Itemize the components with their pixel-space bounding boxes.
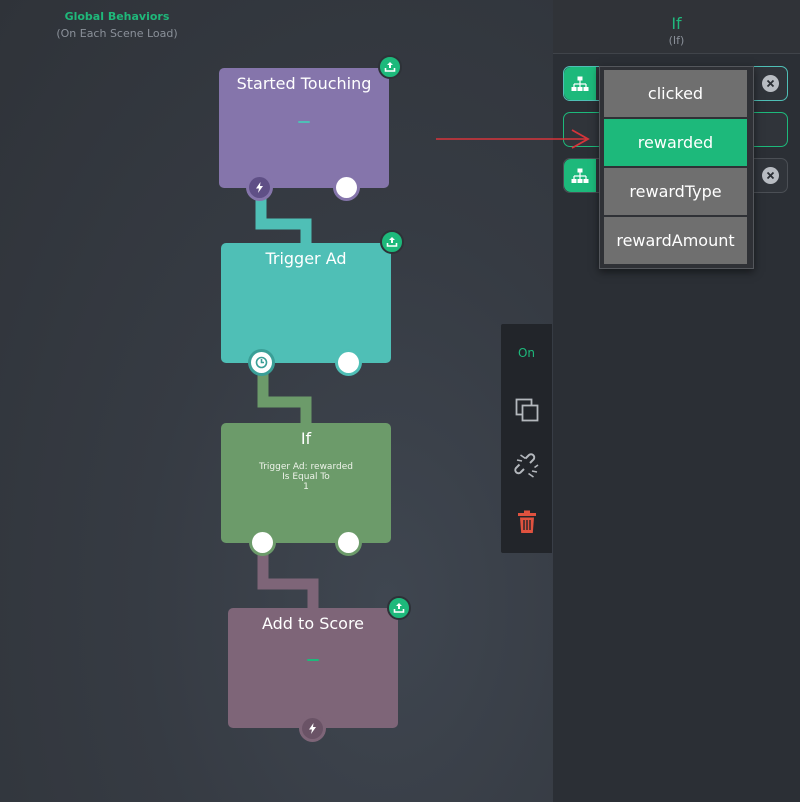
hierarchy-icon[interactable] <box>564 159 596 192</box>
trash-icon[interactable] <box>501 510 552 534</box>
node-title: If <box>300 429 312 448</box>
clock-port-icon[interactable] <box>251 352 272 373</box>
panel-header: If (If) <box>553 0 800 54</box>
dropdown-option-rewarded[interactable]: rewarded <box>604 119 747 166</box>
node-trigger-ad[interactable]: Trigger Ad <box>221 243 391 363</box>
dropdown-option-clicked[interactable]: clicked <box>604 70 747 117</box>
panel-title: If <box>671 14 682 33</box>
node-condition-line: 1 <box>303 482 309 492</box>
node-toolbar: On <box>501 324 552 553</box>
node-condition-line: Is Equal To <box>282 472 330 482</box>
copy-icon[interactable] <box>501 397 552 423</box>
trigger-port-icon[interactable] <box>302 718 323 739</box>
node-if[interactable]: If Trigger Ad: rewarded Is Equal To 1 <box>221 423 391 543</box>
clear-icon[interactable] <box>762 75 779 92</box>
true-output-port[interactable] <box>252 532 273 553</box>
node-summary-dash <box>298 121 310 123</box>
node-title: Add to Score <box>261 614 365 633</box>
attribute-dropdown: clicked rewarded rewardType rewardAmount <box>599 66 754 269</box>
node-started-touching[interactable]: Started Touching <box>219 68 389 188</box>
output-port[interactable] <box>338 352 359 373</box>
clear-icon[interactable] <box>762 167 779 184</box>
node-title: Started Touching <box>236 74 372 93</box>
hierarchy-icon[interactable] <box>564 67 596 100</box>
unlink-icon[interactable] <box>501 453 552 479</box>
dropdown-option-rewardamount[interactable]: rewardAmount <box>604 217 747 264</box>
on-toggle[interactable]: On <box>501 346 552 360</box>
node-add-to-score[interactable]: Add to Score <box>228 608 398 728</box>
export-icon[interactable] <box>378 55 402 79</box>
trigger-port-icon[interactable] <box>249 177 270 198</box>
behavior-canvas[interactable]: Global Behaviors (On Each Scene Load) St… <box>0 0 553 802</box>
panel-subtitle: (If) <box>668 34 685 47</box>
false-output-port[interactable] <box>338 532 359 553</box>
node-summary-dash <box>307 659 319 661</box>
export-icon[interactable] <box>387 596 411 620</box>
dropdown-option-rewardtype[interactable]: rewardType <box>604 168 747 215</box>
output-port[interactable] <box>336 177 357 198</box>
export-icon[interactable] <box>380 230 404 254</box>
node-title: Trigger Ad <box>265 249 347 268</box>
node-condition-line: Trigger Ad: rewarded <box>259 462 353 472</box>
